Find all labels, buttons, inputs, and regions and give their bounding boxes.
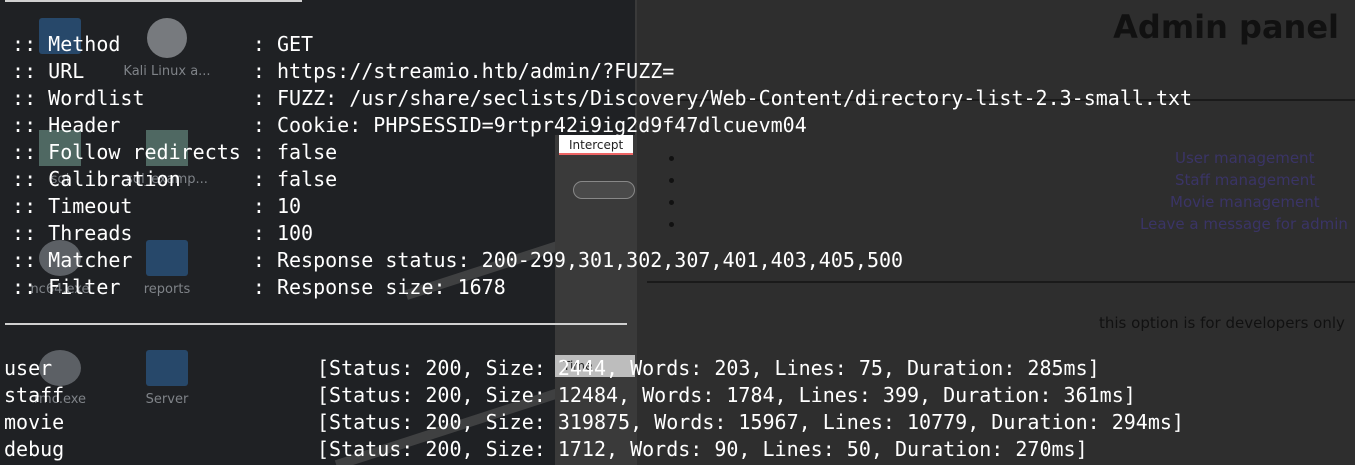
burp-window-fragment: Intercept Time (555, 135, 635, 465)
intercept-toggle[interactable] (573, 181, 635, 199)
desktop-icon[interactable]: Kali Linux a... (112, 18, 222, 79)
desktop-icon-label: sql_examp... (126, 172, 208, 187)
desktop-icon[interactable]: rmc.exe (5, 350, 115, 407)
list-bullet (669, 156, 674, 161)
desktop-icon-label: sql (50, 172, 70, 187)
list-bullet (669, 178, 674, 183)
link-staff-management[interactable]: Staff management (1175, 171, 1315, 189)
link-movie-management[interactable]: Movie management (1170, 193, 1320, 211)
link-user-management[interactable]: User management (1175, 149, 1314, 167)
link-leave-message[interactable]: Leave a message for admin (1140, 215, 1348, 233)
folder-icon (146, 240, 188, 276)
desktop-icon[interactable]: sql_examp... (112, 130, 222, 187)
folder-icon (146, 350, 188, 386)
column-header-time[interactable]: Time (555, 355, 635, 377)
desktop-icon[interactable]: Server (112, 350, 222, 407)
divider (647, 99, 1355, 101)
tab-intercept[interactable]: Intercept (559, 135, 633, 155)
desktop-icon-label: reports (143, 282, 191, 297)
page-title: Admin panel (1113, 8, 1339, 46)
developer-note: this option is for developers only (1099, 314, 1345, 332)
desktop-icon-label: Server (145, 392, 189, 407)
desktop-icon-label: rmc.exe (33, 392, 87, 407)
file-icon (39, 130, 81, 166)
browser-admin-page: Admin panel User management Staff manage… (635, 0, 1355, 465)
file-icon (146, 130, 188, 166)
divider (647, 281, 1355, 283)
desktop-icon-label: Kali Linux a... (123, 64, 211, 79)
list-bullet (669, 222, 674, 227)
desktop-icon-label: nc64.exe (30, 282, 90, 297)
desktop-icon[interactable]: sql (5, 130, 115, 187)
desktop-icon[interactable]: nc64.exe (5, 240, 115, 297)
wallpaper-decoration (334, 380, 586, 465)
desktop-icon[interactable]: reports (112, 240, 222, 297)
gear-icon (39, 240, 81, 276)
folder-icon (39, 18, 81, 54)
list-bullet (669, 200, 674, 205)
disc-icon (147, 18, 187, 58)
desktop-icon[interactable] (5, 18, 115, 60)
desktop-background: Kali Linux a... sql sql_examp... nc64.ex… (0, 0, 635, 465)
gear-icon (39, 350, 81, 386)
